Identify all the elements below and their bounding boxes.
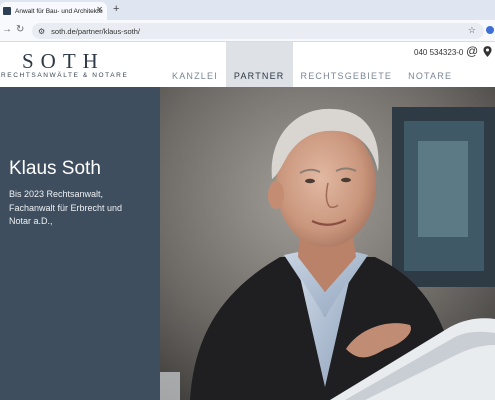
tab-title: Anwalt für Bau- und Architektenrecht — [15, 7, 103, 15]
new-tab-icon[interactable]: + — [113, 3, 119, 15]
browser-tab[interactable]: Anwalt für Bau- und Architektenrecht ✕ — [0, 2, 107, 20]
nav-item-rechtsgebiete[interactable]: RECHTSGEBIETE — [293, 42, 401, 87]
browser-toolbar: → ↻ ⚙ soth.de/partner/klaus-soth/ ☆ — [0, 20, 495, 42]
portrait-illustration — [160, 87, 495, 400]
hero-text-panel: Klaus Soth Bis 2023 Rechtsanwalt, Fachan… — [0, 87, 160, 400]
address-bar[interactable]: ⚙ soth.de/partner/klaus-soth/ ☆ — [32, 23, 484, 39]
phone-number[interactable]: 040 534323-0 — [414, 48, 463, 57]
partner-portrait-photo — [160, 87, 495, 400]
description-line: Bis 2023 Rechtsanwalt, — [9, 189, 104, 199]
profile-icon[interactable] — [486, 26, 494, 34]
tab-close-icon[interactable]: ✕ — [96, 5, 103, 15]
browser-window: Anwalt für Bau- und Architektenrecht ✕ +… — [0, 0, 495, 400]
site-favicon-icon — [3, 7, 11, 15]
forward-icon[interactable]: → — [2, 24, 12, 36]
bookmark-star-icon[interactable]: ☆ — [468, 25, 476, 36]
reload-icon[interactable]: ↻ — [16, 24, 24, 36]
site-info-icon[interactable]: ⚙ — [38, 27, 45, 36]
nav-item-partner[interactable]: PARTNER — [225, 42, 293, 87]
logo-subtitle: RECHTSANWÄLTE & NOTARE — [1, 72, 129, 79]
url-text: soth.de/partner/klaus-soth/ — [51, 26, 140, 36]
nav-item-kanzlei[interactable]: KANZLEI — [164, 42, 226, 87]
partner-name: Klaus Soth — [9, 158, 101, 179]
map-pin-icon[interactable] — [483, 46, 492, 57]
description-line: Notar a.D., — [9, 216, 53, 226]
tab-strip: Anwalt für Bau- und Architektenrecht ✕ + — [0, 0, 495, 20]
at-icon[interactable]: @ — [466, 44, 478, 58]
site-logo[interactable]: SOTH — [22, 50, 105, 72]
site-header: SOTH RECHTSANWÄLTE & NOTARE KANZLEI PART… — [0, 42, 495, 87]
partner-description: Bis 2023 Rechtsanwalt, Fachanwalt für Er… — [9, 188, 154, 229]
hero-section: Klaus Soth Bis 2023 Rechtsanwalt, Fachan… — [0, 87, 495, 400]
description-line: Fachanwalt für Erbrecht und — [9, 202, 123, 213]
